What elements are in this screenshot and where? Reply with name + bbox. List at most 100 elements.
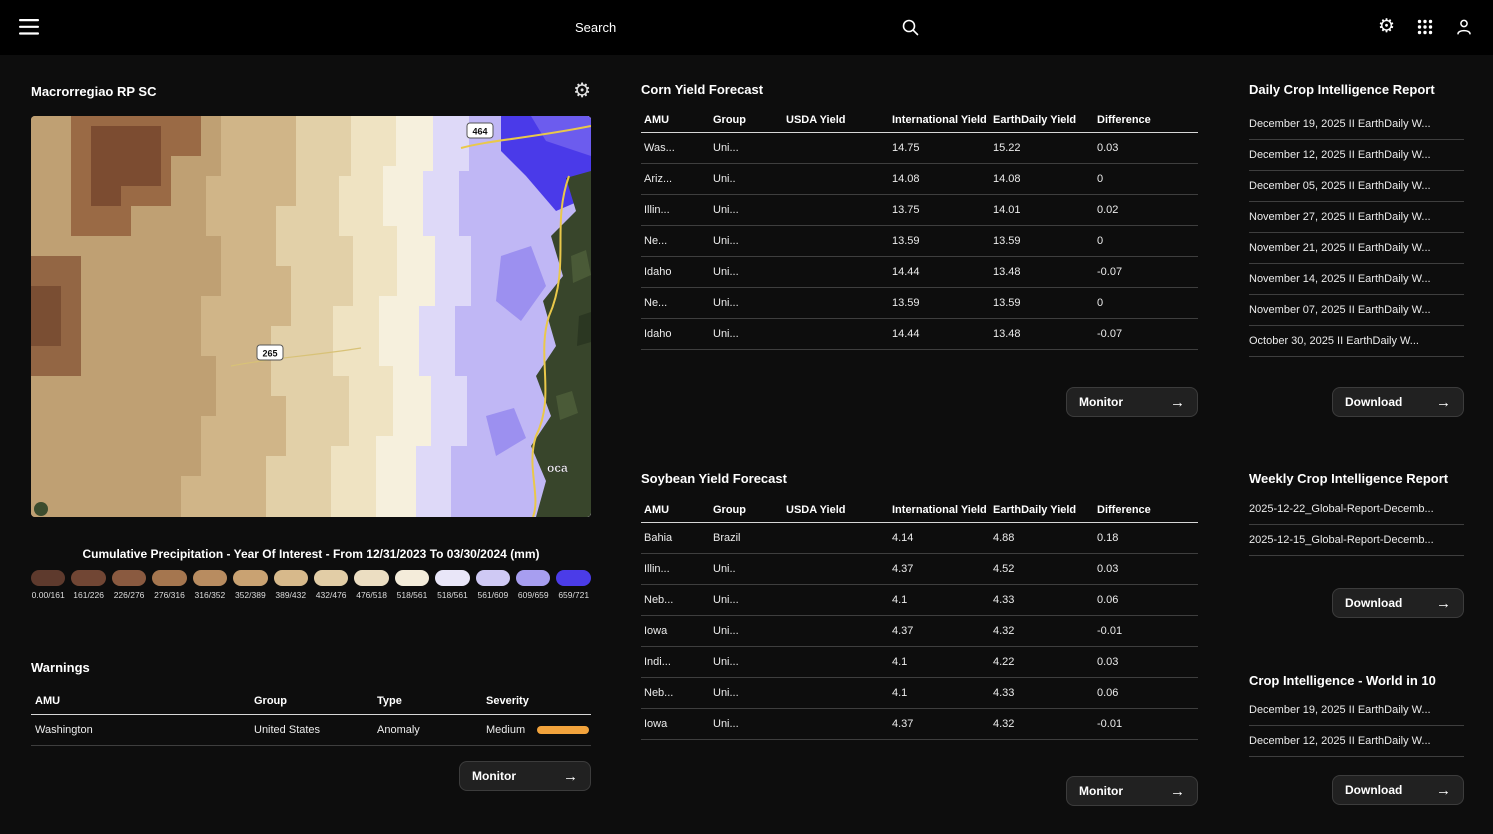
- precipitation-legend: 0.00/161 161/226 226/276 276/316 316/352…: [31, 570, 591, 600]
- settings-gear-icon[interactable]: ⚙: [1378, 16, 1395, 38]
- cell-international: 4.1: [892, 656, 993, 668]
- table-row: Was...Uni...14.7515.220.03: [641, 133, 1198, 164]
- table-header-row: AMU Group USDA Yield International Yield…: [641, 497, 1198, 523]
- cell-amu: Ne...: [641, 297, 713, 309]
- legend-item: 276/316: [152, 570, 186, 600]
- cell-amu: Was...: [641, 142, 713, 154]
- cell-international: 14.44: [892, 266, 993, 278]
- legend-item: 352/389: [233, 570, 267, 600]
- route-shield-265: 265: [257, 345, 283, 360]
- cell-difference: 0.06: [1097, 594, 1198, 606]
- cell-amu: Illin...: [641, 563, 713, 575]
- cell-international: 13.75: [892, 204, 993, 216]
- world10-report-title: Crop Intelligence - World in 10: [1249, 673, 1464, 688]
- weekly-download-button[interactable]: Download →: [1332, 588, 1464, 618]
- column-header: AMU: [31, 695, 254, 707]
- legend-item: 609/659: [516, 570, 550, 600]
- warnings-header-row: AMU Group Type Severity: [31, 688, 591, 715]
- report-item[interactable]: November 27, 2025 II EarthDaily W...: [1249, 202, 1464, 233]
- legend-label: 518/561: [395, 590, 429, 600]
- cell-earthdaily: 4.32: [993, 718, 1097, 730]
- legend-label: 389/432: [274, 590, 308, 600]
- legend-item: 518/561: [395, 570, 429, 600]
- cell-international: 4.1: [892, 594, 993, 606]
- world10-download-button[interactable]: Download →: [1332, 775, 1464, 805]
- report-item[interactable]: December 05, 2025 II EarthDaily W...: [1249, 171, 1464, 202]
- table-row: IowaUni...4.374.32-0.01: [641, 709, 1198, 740]
- column-header: Group: [713, 114, 786, 126]
- column-header: Severity: [486, 695, 591, 707]
- legend-item: 659/721: [556, 570, 590, 600]
- table-row: Ne...Uni...13.5913.590: [641, 288, 1198, 319]
- arrow-right-icon: →: [1436, 782, 1451, 799]
- report-item[interactable]: October 30, 2025 II EarthDaily W...: [1249, 326, 1464, 357]
- apps-grid-icon[interactable]: [1417, 19, 1433, 40]
- column-header: EarthDaily Yield: [993, 504, 1097, 516]
- map-settings-gear-icon[interactable]: ⚙: [573, 81, 591, 101]
- soybean-monitor-button[interactable]: Monitor →: [1066, 776, 1198, 806]
- legend-swatch: [556, 570, 590, 586]
- column-header: Difference: [1097, 114, 1198, 126]
- cell-group: Uni...: [713, 204, 786, 216]
- legend-swatch: [71, 570, 105, 586]
- warning-severity: Medium: [486, 724, 591, 736]
- topbar: Search ⚙: [0, 0, 1493, 55]
- cell-amu: Ne...: [641, 235, 713, 247]
- cell-international: 4.14: [892, 532, 993, 544]
- account-icon[interactable]: [1455, 18, 1473, 41]
- button-label: Monitor: [1079, 784, 1123, 798]
- warnings-monitor-button[interactable]: Monitor →: [459, 761, 591, 791]
- report-item[interactable]: November 14, 2025 II EarthDaily W...: [1249, 264, 1464, 295]
- cell-earthdaily: 14.01: [993, 204, 1097, 216]
- warning-amu: Washington: [31, 724, 254, 736]
- legend-title: Cumulative Precipitation - Year Of Inter…: [31, 547, 591, 561]
- report-item[interactable]: November 21, 2025 II EarthDaily W...: [1249, 233, 1464, 264]
- legend-label: 659/721: [556, 590, 590, 600]
- cell-group: Uni...: [713, 625, 786, 637]
- report-item[interactable]: December 19, 2025 II EarthDaily W...: [1249, 109, 1464, 140]
- cell-difference: -0.01: [1097, 625, 1198, 637]
- column-header: International Yield: [892, 114, 993, 126]
- report-item[interactable]: December 12, 2025 II EarthDaily W...: [1249, 140, 1464, 171]
- soybean-forecast-table: AMU Group USDA Yield International Yield…: [641, 497, 1198, 740]
- button-label: Monitor: [472, 769, 516, 783]
- report-item[interactable]: 2025-12-22_Global-Report-Decemb...: [1249, 494, 1464, 525]
- legend-label: 609/659: [516, 590, 550, 600]
- cell-international: 4.37: [892, 563, 993, 575]
- column-header: USDA Yield: [786, 114, 892, 126]
- precipitation-map[interactable]: 464 265 oca: [31, 116, 591, 517]
- map-place-label: oca: [547, 461, 568, 475]
- column-header: AMU: [641, 114, 713, 126]
- legend-label: 226/276: [112, 590, 146, 600]
- legend-swatch: [152, 570, 186, 586]
- menu-icon[interactable]: [19, 19, 39, 40]
- table-row: Illin...Uni...13.7514.010.02: [641, 195, 1198, 226]
- legend-label: 316/352: [193, 590, 227, 600]
- app-window: Search ⚙ Macrorregiao RP SC ⚙: [0, 0, 1493, 834]
- report-item[interactable]: November 07, 2025 II EarthDaily W...: [1249, 295, 1464, 326]
- cell-earthdaily: 4.22: [993, 656, 1097, 668]
- button-label: Download: [1345, 783, 1402, 797]
- legend-item: 161/226: [71, 570, 105, 600]
- table-row: Neb...Uni...4.14.330.06: [641, 585, 1198, 616]
- yield-forecasts: Corn Yield Forecast AMU Group USDA Yield…: [641, 55, 1198, 806]
- report-item[interactable]: December 12, 2025 II EarthDaily W...: [1249, 726, 1464, 757]
- report-item[interactable]: December 19, 2025 II EarthDaily W...: [1249, 695, 1464, 726]
- weekly-report-title: Weekly Crop Intelligence Report: [1249, 471, 1464, 486]
- arrow-right-icon: →: [563, 768, 578, 785]
- legend-swatch: [314, 570, 348, 586]
- soybean-forecast-title: Soybean Yield Forecast: [641, 471, 1198, 486]
- warning-row[interactable]: Washington United States Anomaly Medium: [31, 715, 591, 746]
- search-input[interactable]: Search: [575, 20, 616, 35]
- report-item[interactable]: 2025-12-15_Global-Report-Decemb...: [1249, 525, 1464, 556]
- table-header-row: AMU Group USDA Yield International Yield…: [641, 107, 1198, 133]
- corn-monitor-button[interactable]: Monitor →: [1066, 387, 1198, 417]
- search-icon[interactable]: [901, 18, 919, 41]
- column-header: International Yield: [892, 504, 993, 516]
- cell-earthdaily: 4.33: [993, 687, 1097, 699]
- table-row: Neb...Uni...4.14.330.06: [641, 678, 1198, 709]
- daily-download-button[interactable]: Download →: [1332, 387, 1464, 417]
- cell-difference: -0.07: [1097, 266, 1198, 278]
- cell-international: 4.1: [892, 687, 993, 699]
- cell-amu: Neb...: [641, 687, 713, 699]
